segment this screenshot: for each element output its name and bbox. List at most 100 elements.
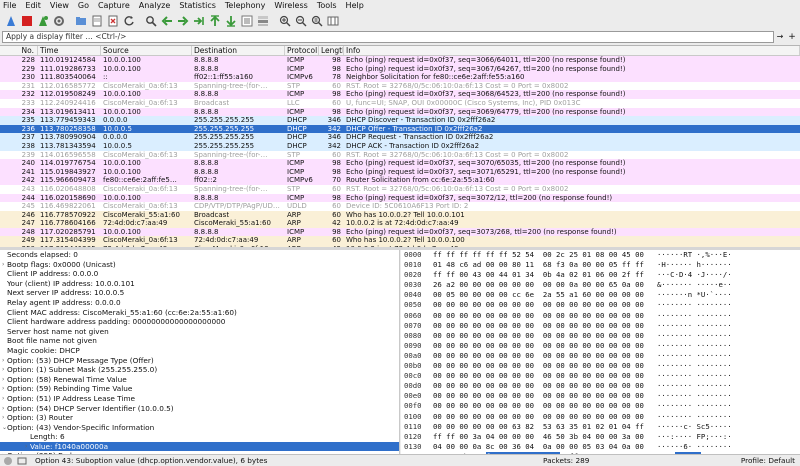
packet-row[interactable]: 247 116.778604166 72:4d:0d:c7:aa:49 CiscoMe… bbox=[0, 219, 800, 228]
hex-row[interactable]: 0070 00 00 00 00 00 00 00 00 00 00 00 00 … bbox=[401, 321, 800, 331]
options-gear-icon[interactable] bbox=[51, 13, 66, 28]
collapsed-arrow-icon[interactable]: › bbox=[2, 365, 4, 375]
apply-filter-arrow-icon[interactable]: → bbox=[774, 31, 786, 43]
packet-bytes-pane[interactable]: 0000 ff ff ff ff ff ff 52 54 00 2c 25 01 … bbox=[401, 250, 800, 454]
menu-view[interactable]: View bbox=[50, 0, 69, 11]
column-header-protocol[interactable]: Protocol bbox=[285, 46, 319, 55]
detail-row[interactable]: › Option: (59) Rebinding Time Value bbox=[0, 384, 399, 394]
detail-row[interactable]: Length: 6 bbox=[0, 432, 399, 442]
detail-row[interactable]: Client MAC address: CiscoMeraki_55:a1:60… bbox=[0, 308, 399, 318]
packet-row[interactable]: 245 116.469822061 CiscoMeraki_0a:6f:13 CDP/… bbox=[0, 202, 800, 211]
detail-row[interactable]: Next server IP address: 10.0.0.5 bbox=[0, 288, 399, 298]
column-header-no[interactable]: No. bbox=[0, 46, 38, 55]
menu-statistics[interactable]: Statistics bbox=[179, 0, 216, 11]
collapsed-arrow-icon[interactable]: › bbox=[2, 404, 4, 414]
packet-row[interactable]: 246 116.778570922 CiscoMeraki_55:a1:60 Broa… bbox=[0, 210, 800, 220]
hex-row[interactable]: 0060 00 00 00 00 00 00 00 00 00 00 00 00 … bbox=[401, 311, 800, 321]
hex-row[interactable]: 00d0 00 00 00 00 00 00 00 00 00 00 00 00 … bbox=[401, 381, 800, 391]
colorize-icon[interactable] bbox=[255, 13, 270, 28]
hex-row[interactable]: 00f0 00 00 00 00 00 00 00 00 00 00 00 00 … bbox=[401, 401, 800, 411]
hex-row[interactable]: 0080 00 00 00 00 00 00 00 00 00 00 00 00 … bbox=[401, 331, 800, 341]
expert-info-icon[interactable] bbox=[3, 456, 15, 466]
collapsed-arrow-icon[interactable]: › bbox=[2, 413, 4, 423]
packet-row[interactable]: 233 112.240924416 CiscoMeraki_0a:6f:13 Broa… bbox=[0, 98, 800, 108]
restart-icon[interactable] bbox=[35, 13, 50, 28]
packet-row[interactable]: 234 113.019613411 10.0.0.100 8.8.8.8 ICMP 98 E… bbox=[0, 107, 800, 117]
menu-telephony[interactable]: Telephony bbox=[225, 0, 265, 11]
detail-row[interactable]: › Option: (53) DHCP Message Type (Offer) bbox=[0, 356, 399, 366]
detail-row[interactable]: Server host name not given bbox=[0, 327, 399, 337]
packet-row[interactable]: 242 115.966609473 fe80::ce6e:2aff:fe5… ff02… bbox=[0, 176, 800, 185]
packet-row[interactable]: 236 113.780258358 10.0.0.5 255.255.255.255 D… bbox=[0, 124, 800, 134]
collapsed-arrow-icon[interactable]: › bbox=[25, 442, 27, 452]
packet-row[interactable]: 239 114.016596558 CiscoMeraki_0a:6f:13 Span… bbox=[0, 150, 800, 160]
packet-details-pane[interactable]: Seconds elapsed: 0 › Bootp flags: 0x0000 (… bbox=[0, 250, 400, 454]
collapsed-arrow-icon[interactable]: › bbox=[2, 384, 4, 394]
first-packet-icon[interactable] bbox=[207, 13, 222, 28]
hex-row[interactable]: 00e0 00 00 00 00 00 00 00 00 00 00 00 00 … bbox=[401, 391, 800, 401]
expanded-arrow-icon[interactable]: ⌄ bbox=[2, 423, 7, 433]
packet-row[interactable]: 238 113.781343594 10.0.0.5 255.255.255.255 D… bbox=[0, 141, 800, 151]
menu-capture[interactable]: Capture bbox=[98, 0, 130, 11]
detail-row[interactable]: Relay agent IP address: 0.0.0.0 bbox=[0, 298, 399, 308]
add-filter-button[interactable]: + bbox=[786, 31, 798, 43]
hex-row[interactable]: 0020 ff ff 00 43 00 44 01 34 0b 4a 02 01 … bbox=[401, 270, 800, 280]
column-header-info[interactable]: Info bbox=[344, 46, 800, 55]
display-filter-input[interactable]: Apply a display filter … <Ctrl-/> bbox=[2, 31, 774, 43]
column-header-source[interactable]: Source bbox=[101, 46, 192, 55]
detail-row[interactable]: Client IP address: 0.0.0.0 bbox=[0, 269, 399, 279]
detail-row[interactable]: › Option: (1) Subnet Mask (255.255.255.0) bbox=[0, 365, 399, 375]
find-icon[interactable] bbox=[143, 13, 158, 28]
hex-row[interactable]: 00a0 00 00 00 00 00 00 00 00 00 00 00 00 … bbox=[401, 351, 800, 361]
menu-wireless[interactable]: Wireless bbox=[274, 0, 307, 11]
detail-row[interactable]: › Option: (3) Router bbox=[0, 413, 399, 423]
detail-row[interactable]: › Option: (58) Renewal Time Value bbox=[0, 375, 399, 385]
autoscroll-icon[interactable] bbox=[239, 13, 254, 28]
collapsed-arrow-icon[interactable]: › bbox=[2, 260, 4, 270]
forward-arrow-icon[interactable] bbox=[175, 13, 190, 28]
shark-fin-start-icon[interactable] bbox=[3, 13, 18, 28]
packet-row[interactable]: 235 113.779459343 0.0.0.0 255.255.255.255 DH… bbox=[0, 116, 800, 125]
stop-icon[interactable] bbox=[19, 13, 34, 28]
hex-row[interactable]: 0120 ff ff 00 3a 04 00 00 00 46 50 3b 04 … bbox=[401, 432, 800, 442]
open-folder-icon[interactable] bbox=[73, 13, 88, 28]
menu-go[interactable]: Go bbox=[78, 0, 89, 11]
hex-row[interactable]: 0110 00 00 00 00 00 00 63 82 53 63 35 01 … bbox=[401, 422, 800, 432]
capture-comment-icon[interactable] bbox=[17, 456, 29, 466]
packet-row[interactable]: 241 115.019843927 10.0.0.100 8.8.8.8 ICMP 98 E… bbox=[0, 167, 800, 177]
menu-help[interactable]: Help bbox=[346, 0, 364, 11]
hex-row[interactable]: 00b0 00 00 00 00 00 00 00 00 00 00 00 00 … bbox=[401, 361, 800, 371]
packet-row[interactable]: 228 110.019124584 10.0.0.100 8.8.8.8 ICMP 98 E… bbox=[0, 56, 800, 65]
detail-row[interactable]: Your (client) IP address: 10.0.0.101 bbox=[0, 279, 399, 289]
column-header-length[interactable]: Length bbox=[319, 46, 344, 55]
zoom-in-icon[interactable] bbox=[277, 13, 292, 28]
hex-row[interactable]: 0040 00 05 00 00 00 00 cc 6e 2a 55 a1 60 … bbox=[401, 290, 800, 300]
detail-row[interactable]: Boot file name not given bbox=[0, 336, 399, 346]
status-profile[interactable]: Profile: Default bbox=[741, 456, 795, 465]
detail-row[interactable]: Magic cookie: DHCP bbox=[0, 346, 399, 356]
last-packet-icon[interactable] bbox=[223, 13, 238, 28]
back-arrow-icon[interactable] bbox=[159, 13, 174, 28]
collapsed-arrow-icon[interactable]: › bbox=[2, 375, 4, 385]
packet-row[interactable]: 248 117.020285791 10.0.0.100 8.8.8.8 ICMP 98 E… bbox=[0, 227, 800, 237]
file-icon[interactable] bbox=[89, 13, 104, 28]
hex-row[interactable]: 0130 04 00 00 0a 8c 00 36 04 0a 00 00 05 … bbox=[401, 442, 800, 452]
detail-row[interactable]: ⌄ Option: (43) Vendor-Specific Informatio… bbox=[0, 423, 399, 433]
collapsed-arrow-icon[interactable]: › bbox=[2, 394, 4, 404]
hex-row[interactable]: 0010 01 48 c6 ad 00 00 80 11 68 f3 0a 00 … bbox=[401, 260, 800, 270]
hex-row[interactable]: 0100 00 00 00 00 00 00 00 00 00 00 00 00 … bbox=[401, 412, 800, 422]
close-file-icon[interactable] bbox=[105, 13, 120, 28]
hex-row[interactable]: 0090 00 00 00 00 00 00 00 00 00 00 00 00 … bbox=[401, 341, 800, 351]
menu-file[interactable]: File bbox=[3, 0, 16, 11]
packet-row[interactable]: 243 116.020648808 CiscoMeraki_0a:6f:13 Span… bbox=[0, 184, 800, 194]
packet-row[interactable]: 249 117.315404399 CiscoMeraki_0a:6f:13 72:4… bbox=[0, 236, 800, 246]
detail-row[interactable]: › Option: (51) IP Address Lease Time bbox=[0, 394, 399, 404]
column-header-destination[interactable]: Destination bbox=[192, 46, 285, 55]
hex-row[interactable]: 0030 26 a2 00 00 00 00 00 00 00 00 0a 00 … bbox=[401, 280, 800, 290]
hex-row[interactable]: 00c0 00 00 00 00 00 00 00 00 00 00 00 00 … bbox=[401, 371, 800, 381]
detail-row[interactable]: › Option: (54) DHCP Server Identifier (10… bbox=[0, 404, 399, 414]
reload-icon[interactable] bbox=[121, 13, 136, 28]
menu-analyze[interactable]: Analyze bbox=[139, 0, 171, 11]
collapsed-arrow-icon[interactable]: › bbox=[2, 356, 4, 366]
zoom-normal-icon[interactable] bbox=[309, 13, 324, 28]
